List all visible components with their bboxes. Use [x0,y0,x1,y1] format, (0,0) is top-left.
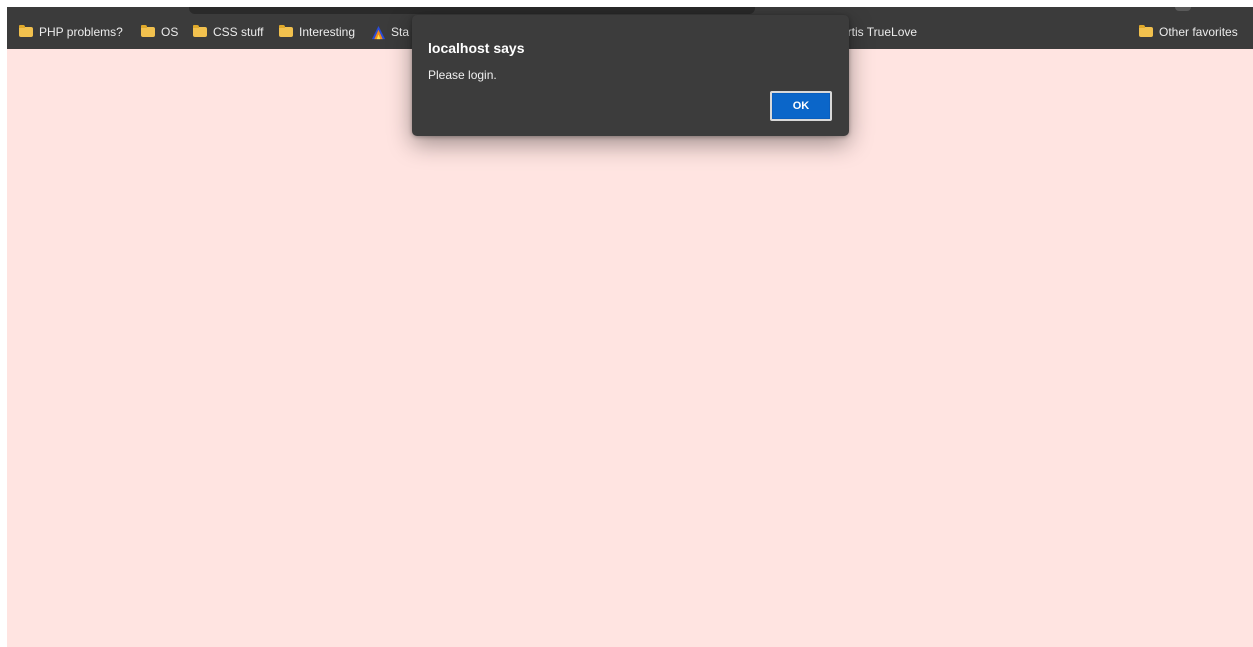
bookmark-css-stuff[interactable]: CSS stuff [193,24,263,40]
folder-icon [141,25,155,37]
bookmark-label: Interesting [299,25,356,39]
profile-icon[interactable] [1175,7,1191,11]
bookmark-label: PHP problems? [39,25,123,39]
bookmark-label: OS [161,25,179,39]
alert-dialog: localhost says Please login. OK [412,15,849,136]
ok-button[interactable]: OK [770,91,832,121]
bookmark-label: Other favorites [1159,25,1238,39]
browser-window: PHP problems? OS CSS stuff Interesting S… [7,7,1253,647]
bookmark-label: Sta [391,25,410,39]
dialog-message: Please login. [428,68,497,82]
folder-icon [193,25,207,37]
bookmark-label: CSS stuff [213,25,264,39]
folder-icon [1139,25,1153,37]
ok-button-label: OK [773,94,829,118]
bookmark-other-favorites[interactable]: Other favorites [1139,24,1238,40]
bookmark-sta[interactable]: Sta [371,24,409,40]
screen: PHP problems? OS CSS stuff Interesting S… [0,0,1253,647]
address-bar[interactable] [189,7,755,14]
dialog-title: localhost says [428,40,525,56]
folder-icon [279,25,293,37]
bookmark-interesting[interactable]: Interesting [279,24,355,40]
folder-icon [19,25,33,37]
arch-favicon-icon [371,25,386,39]
bookmark-os[interactable]: OS [141,24,178,40]
bookmark-php-problems[interactable]: PHP problems? [19,24,123,40]
